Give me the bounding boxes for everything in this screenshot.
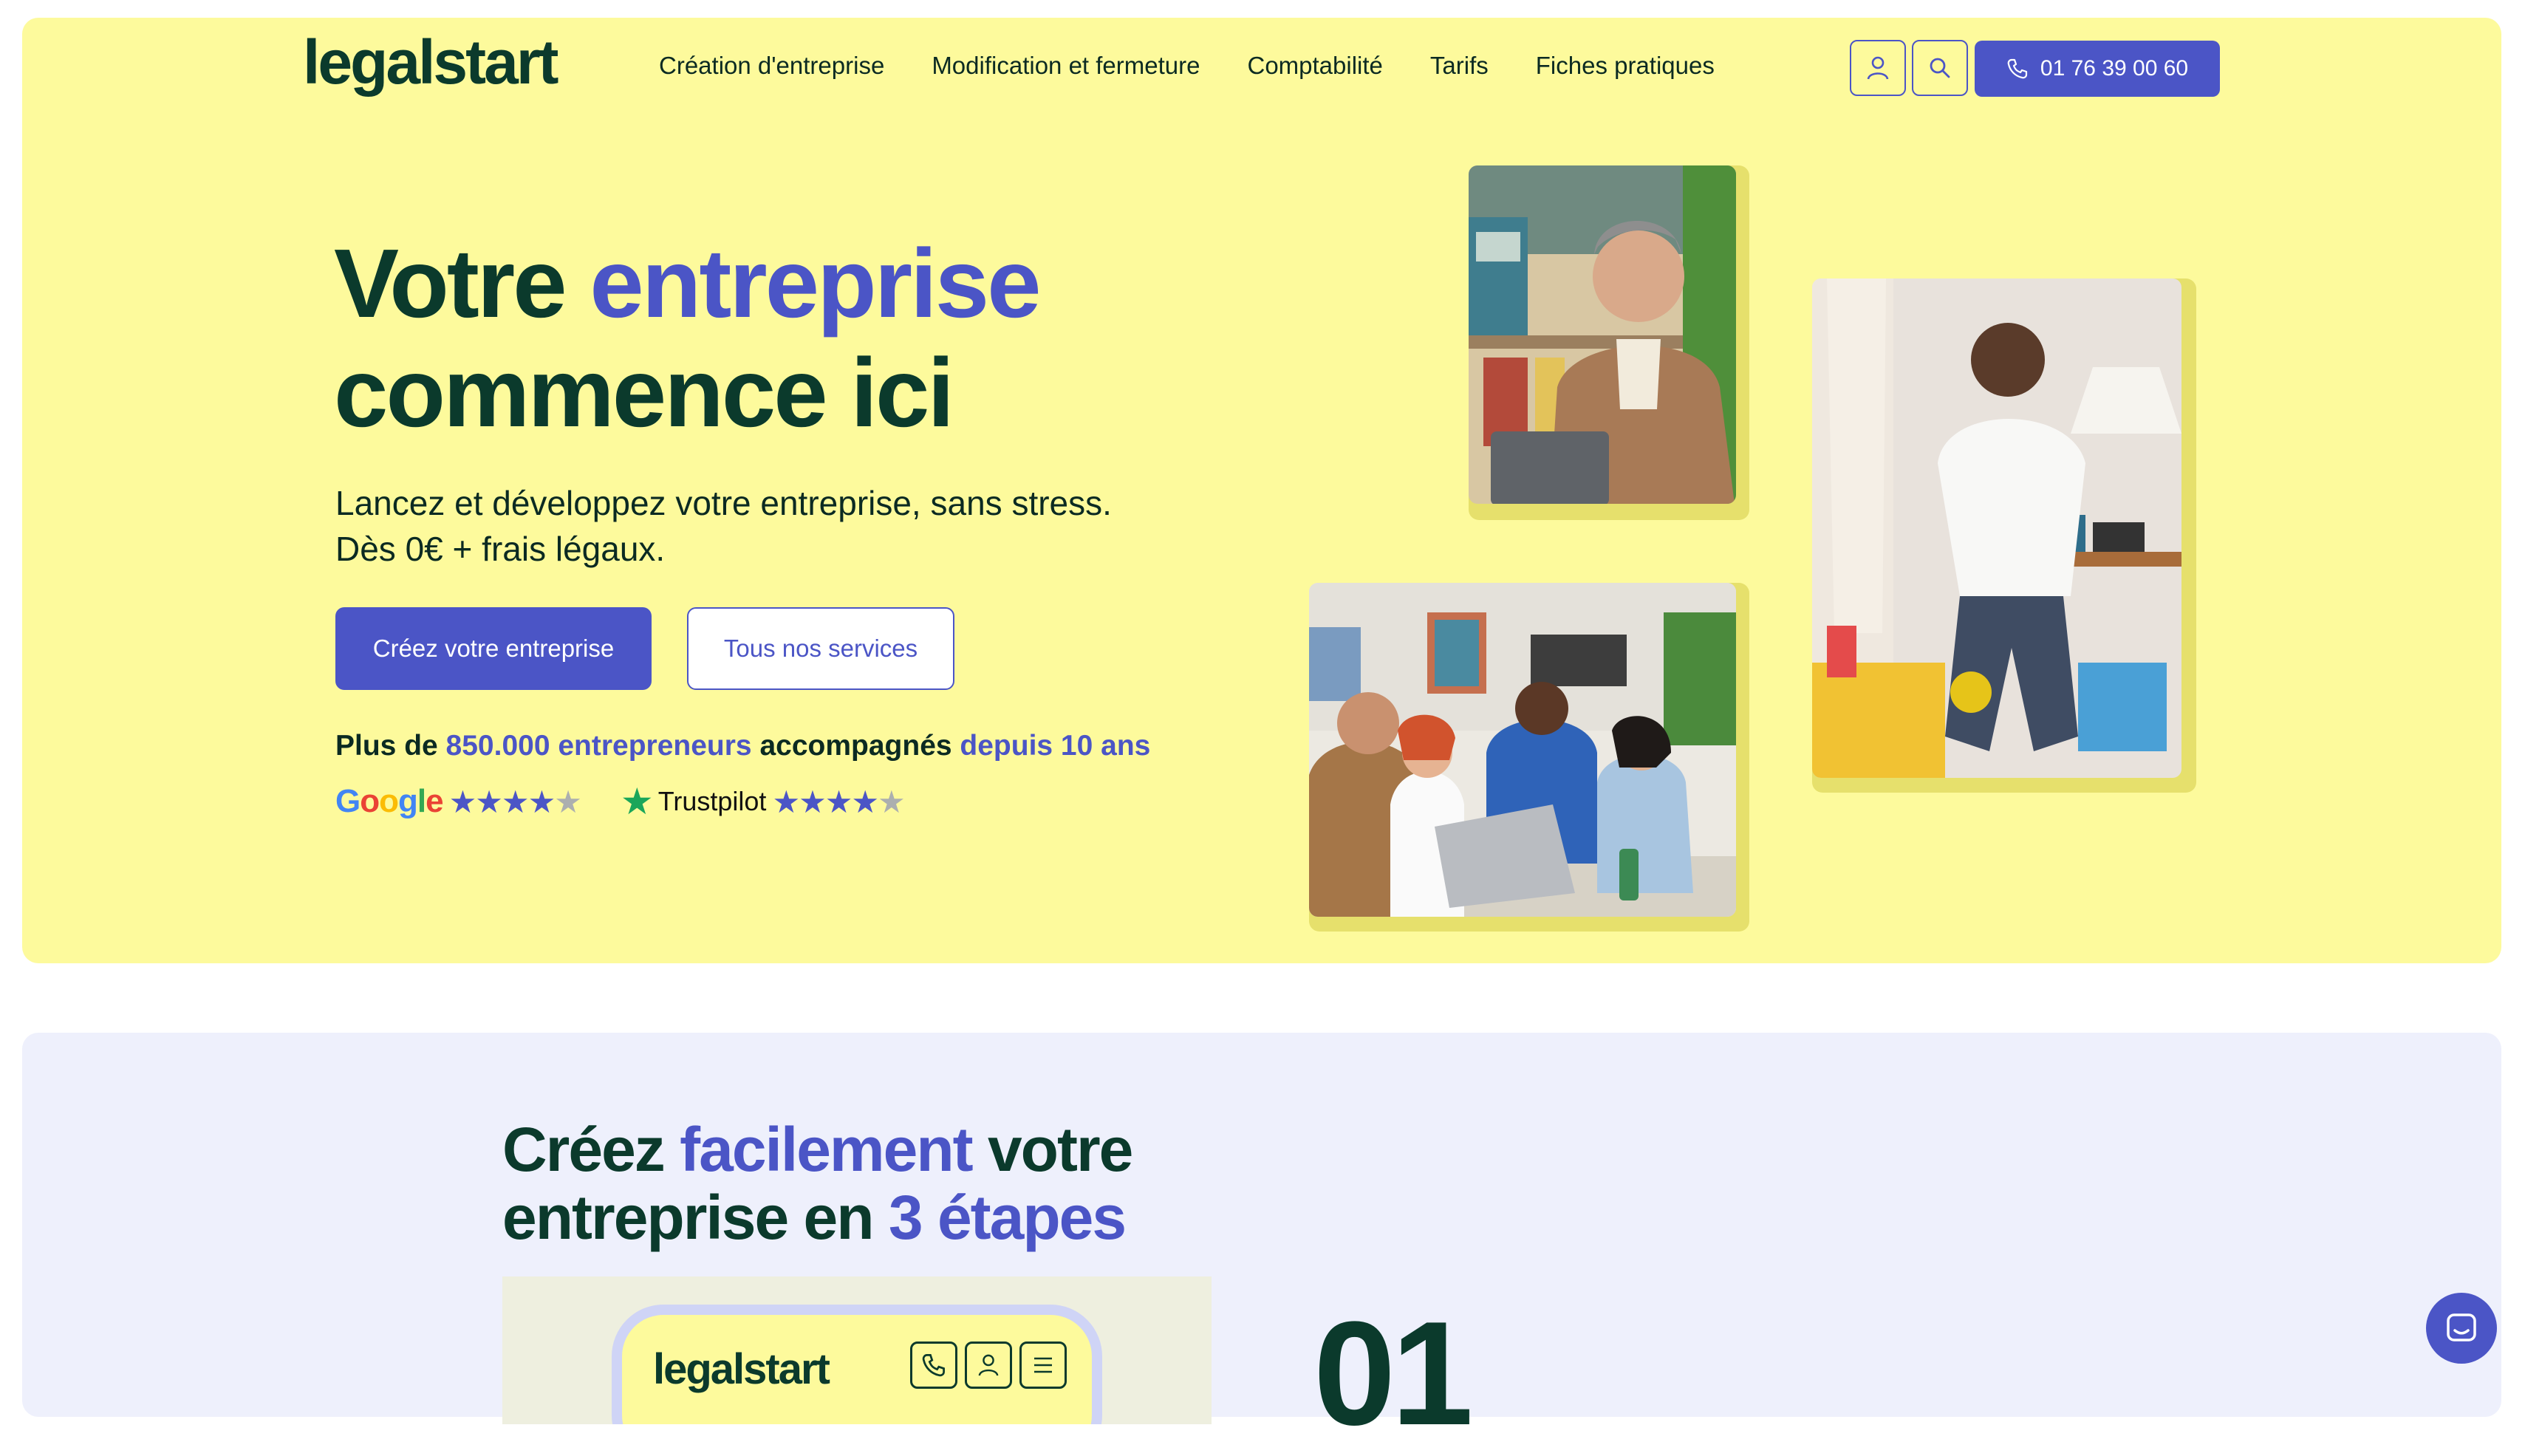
user-icon	[1867, 56, 1889, 80]
nav-item-tarifs[interactable]: Tarifs	[1430, 52, 1489, 80]
trustpilot-logo: Trustpilot	[657, 786, 767, 816]
hero-subtitle: Lancez et développez votre entreprise, s…	[335, 480, 1112, 572]
create-company-button[interactable]: Créez votre entreprise	[335, 607, 652, 690]
hero-title-part2: commence ici	[334, 338, 954, 447]
nav-item-comptabilite[interactable]: Comptabilité	[1247, 52, 1382, 80]
nav-item-fiches[interactable]: Fiches pratiques	[1536, 52, 1715, 80]
ratings-row: Google ★★★★★ ★ Trustpilot ★★★★★	[335, 780, 906, 823]
proof-text-2: 850.000 entrepreneurs	[445, 730, 752, 762]
proof-text-4: depuis 10 ans	[960, 730, 1151, 762]
nav-item-creation[interactable]: Création d'entreprise	[659, 52, 884, 80]
step-number: 01	[1313, 1291, 1473, 1456]
hero-subtitle-line2: Dès 0€ + frais légaux.	[335, 530, 666, 568]
proof-text-3: accompagnés	[751, 730, 960, 762]
phone-button[interactable]: 01 76 39 00 60	[1975, 41, 2220, 97]
steps-title-part2: votre	[971, 1115, 1133, 1184]
steps-title-part1: Créez	[502, 1115, 680, 1184]
search-icon	[1930, 58, 1950, 78]
mock-menu-icon	[1019, 1341, 1067, 1389]
mock-user-icon	[965, 1341, 1012, 1389]
main-nav: Création d'entreprise Modification et fe…	[659, 52, 1715, 80]
hero-title: Votre entreprise commence ici	[334, 229, 1042, 448]
photo-entrepreneur-laptop	[1469, 165, 1736, 504]
mock-logo: legalstart	[653, 1345, 830, 1393]
trustpilot-stars: ★★★★★	[772, 784, 905, 819]
chat-icon	[2447, 1313, 2476, 1341]
hero-title-accent: entreprise	[590, 229, 1041, 338]
nav-item-modification[interactable]: Modification et fermeture	[932, 52, 1200, 80]
account-button[interactable]	[1850, 40, 1906, 96]
photo-entrepreneur-standing	[1812, 278, 2181, 778]
search-button[interactable]	[1912, 40, 1968, 96]
steps-title-accent1: facilement	[680, 1115, 973, 1184]
photo-team-meeting	[1309, 583, 1736, 917]
proof-text-1: Plus de	[335, 730, 446, 762]
site-logo[interactable]: legalstart	[303, 31, 558, 93]
mock-phone-icon	[910, 1341, 957, 1389]
social-proof: Plus de 850.000 entrepreneurs accompagné…	[335, 730, 1150, 762]
chat-button[interactable]	[2426, 1293, 2497, 1364]
steps-title-accent2: 3 étapes	[888, 1183, 1127, 1252]
all-services-button[interactable]: Tous nos services	[687, 607, 954, 690]
phone-icon	[2007, 58, 2028, 79]
steps-title: Créez facilement votre entreprise en 3 ét…	[502, 1115, 1133, 1252]
hero-title-part1: Votre	[334, 229, 590, 338]
phone-number: 01 76 39 00 60	[2040, 56, 2189, 81]
phone-mockup: legalstart	[502, 1276, 1212, 1424]
phone-frame: legalstart	[612, 1305, 1102, 1424]
hero-subtitle-line1: Lancez et développez votre entreprise, s…	[335, 484, 1112, 522]
steps-title-part3: entreprise en	[502, 1183, 889, 1252]
trustpilot-star-icon: ★	[620, 781, 654, 822]
google-logo: Google	[335, 783, 444, 819]
google-stars: ★★★★★	[448, 784, 582, 819]
steps-section	[22, 1033, 2501, 1417]
